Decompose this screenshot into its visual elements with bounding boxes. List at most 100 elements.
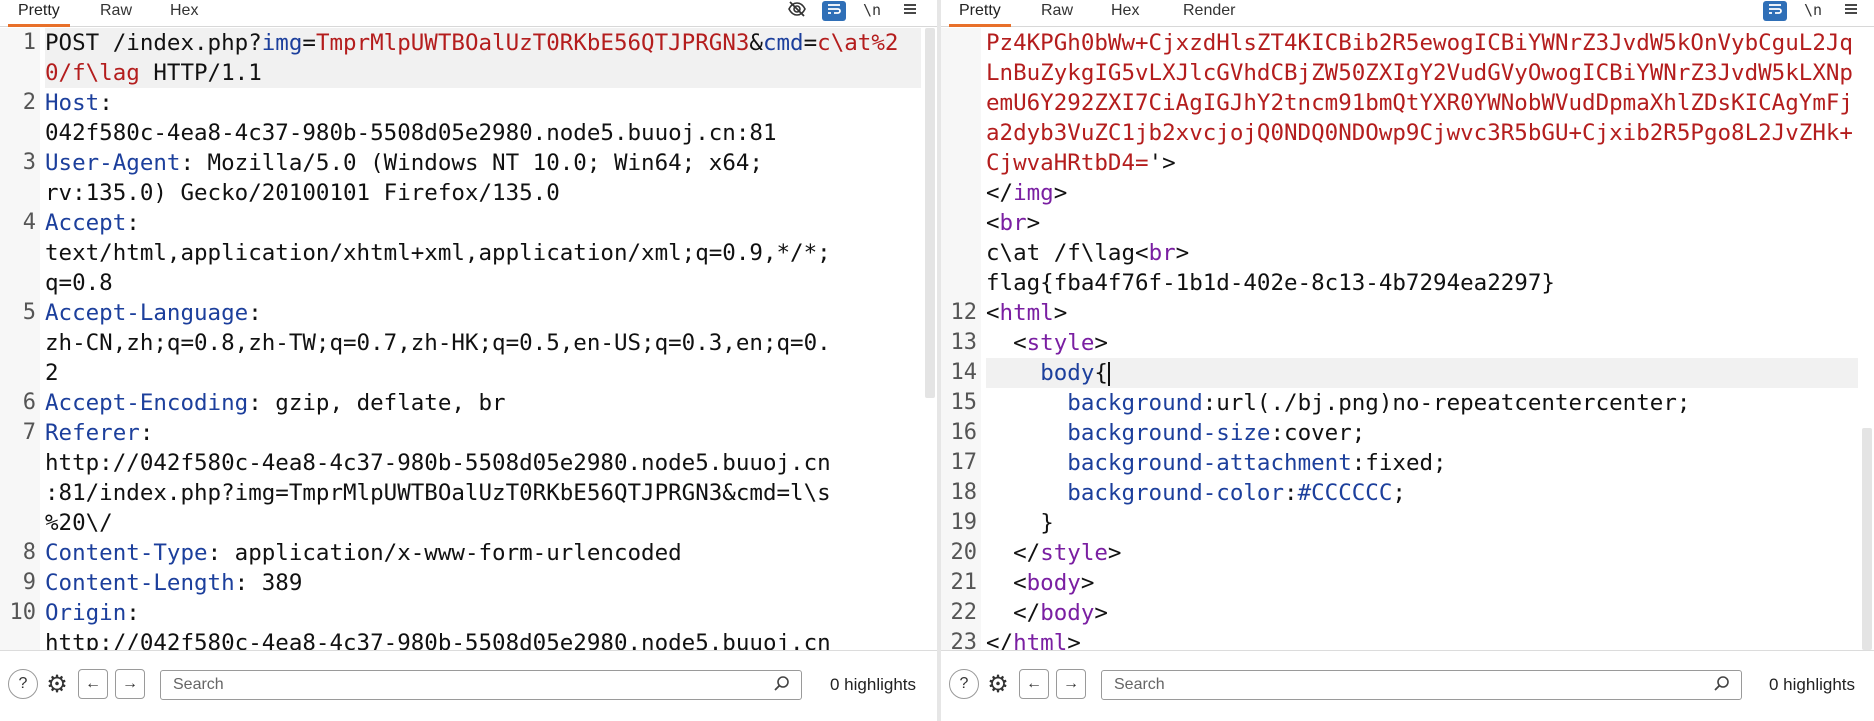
line-text[interactable]: Origin: http://042f580c-4ea8-4c37-980b-5… [45,598,921,650]
code-line[interactable]: 3 User-Agent: Mozilla/5.0 (Windows NT 10.… [23,148,921,208]
line-text[interactable]: </html> [986,628,1858,650]
code-text: & [749,30,763,56]
code-line[interactable]: Pz4KPGh0bWw+CjxzdHlsZT4KICBib2R5ewogICBi… [986,28,1858,178]
code-line[interactable]: 18 background-color:#CCCCCC; [951,478,1858,508]
request-footer: ? ⚙ ← → 0 highlights [0,650,937,721]
line-text[interactable]: <body> [986,568,1858,598]
code-line[interactable]: 14 body{ [951,358,1858,388]
wrap-icon[interactable] [1763,1,1787,21]
wrap-icon[interactable] [822,1,846,21]
code-line[interactable]: flag{fba4f76f-1b1d-402e-8c13-4b7294ea229… [986,268,1858,298]
line-text[interactable]: background-size:cover; [986,418,1858,448]
code-line[interactable]: 17 background-attachment:fixed; [951,448,1858,478]
line-text[interactable]: </img> [986,178,1858,208]
code-line[interactable]: 13 <style> [951,328,1858,358]
code-line[interactable]: c\at /f\lag<br> [986,238,1858,268]
line-text[interactable]: </body> [986,598,1858,628]
request-tab-hex[interactable]: Hex [160,0,208,24]
response-code[interactable]: Pz4KPGh0bWw+CjxzdHlsZT4KICBib2R5ewogICBi… [951,28,1858,650]
line-number: 17 [950,450,978,475]
code-text: > [1026,210,1041,236]
code-text: = [803,30,818,56]
line-text[interactable]: body{ [986,358,1858,388]
line-number: 4 [22,210,36,235]
line-text[interactable]: flag{fba4f76f-1b1d-402e-8c13-4b7294ea229… [986,268,1858,298]
code-line[interactable]: 2 Host: 042f580c-4ea8-4c37-980b-5508d05e2… [23,88,921,148]
line-text[interactable]: background:url(./bj.png)no-repeatcenterc… [986,388,1858,418]
line-text[interactable]: <html> [986,298,1858,328]
line-text[interactable]: Pz4KPGh0bWw+CjxzdHlsZT4KICBib2R5ewogICBi… [986,28,1858,178]
line-text[interactable]: Accept-Encoding: gzip, deflate, br [45,388,921,418]
response-footer: ? ⚙ ← → 0 highlights [941,650,1874,721]
code-line[interactable]: 8 Content-Type: application/x-www-form-ur… [23,538,921,568]
code-line[interactable]: 19 } [951,508,1858,538]
line-text[interactable]: Referer: http://042f580c-4ea8-4c37-980b-… [45,418,921,538]
back-button[interactable]: ← [1019,669,1049,699]
code-line[interactable]: 22 </body> [951,598,1858,628]
code-text: : 389 [234,570,303,596]
line-text[interactable]: background-color:#CCCCCC; [986,478,1858,508]
code-line[interactable]: 15 background:url(./bj.png)no-repeatcent… [951,388,1858,418]
request-tab-raw[interactable]: Raw [90,0,142,24]
code-line[interactable]: 16 background-size:cover; [951,418,1858,448]
code-key: Content-Length [45,570,235,596]
code-line[interactable]: 7 Referer: http://042f580c-4ea8-4c37-980b… [23,418,921,538]
response-tabbar: Pretty Raw Hex Render \n [941,0,1874,27]
forward-button[interactable]: → [115,669,145,699]
line-text[interactable]: User-Agent: Mozilla/5.0 (Windows NT 10.0… [45,148,921,208]
response-scrollbar[interactable] [1862,428,1872,650]
line-text[interactable]: <style> [986,328,1858,358]
line-text[interactable]: background-attachment:fixed; [986,448,1858,478]
code-line[interactable]: 1 POST /index.php?img=TmprMlpUWTBOalUzT0R… [23,28,921,88]
help-icon[interactable]: ? [8,669,38,699]
line-text[interactable]: Accept: text/html,application/xhtml+xml,… [45,208,921,298]
response-tab-raw[interactable]: Raw [1031,0,1083,24]
code-text: : http://042f580c-4ea8-4c37-980b-5508d05… [45,420,831,536]
code-text: : [1284,480,1298,506]
code-text: > [1175,240,1190,266]
response-search-input[interactable] [1101,670,1742,700]
code-line[interactable]: 10 Origin: http://042f580c-4ea8-4c37-980b… [10,598,921,650]
menu-icon[interactable] [898,0,922,22]
code-line[interactable]: <br> [986,208,1858,238]
code-line[interactable]: 20 </style> [951,538,1858,568]
line-text[interactable]: c\at /f\lag<br> [986,238,1858,268]
code-line[interactable]: 21 <body> [951,568,1858,598]
code-text: > [1080,570,1095,596]
line-number: 2 [22,90,36,115]
eye-slash-icon[interactable] [785,0,809,22]
line-text[interactable]: Content-Length: 389 [45,568,921,598]
response-tab-hex[interactable]: Hex [1101,0,1149,24]
line-text[interactable]: } [986,508,1858,538]
line-text[interactable]: POST /index.php?img=TmprMlpUWTBOalUzT0RK… [45,28,921,88]
code-line[interactable]: 6 Accept-Encoding: gzip, deflate, br [23,388,921,418]
request-tab-pretty[interactable]: Pretty [8,0,70,27]
line-text[interactable]: </style> [986,538,1858,568]
response-tab-pretty[interactable]: Pretty [949,0,1011,27]
line-text[interactable]: Host: 042f580c-4ea8-4c37-980b-5508d05e29… [45,88,921,148]
code-line[interactable]: 12 <html> [951,298,1858,328]
gear-icon[interactable]: ⚙ [983,669,1013,699]
request-scrollbar[interactable] [925,28,935,398]
request-editor[interactable]: 1 POST /index.php?img=TmprMlpUWTBOalUzT0R… [0,28,937,650]
response-tab-render[interactable]: Render [1173,0,1245,24]
request-code[interactable]: 1 POST /index.php?img=TmprMlpUWTBOalUzT0R… [10,28,921,650]
back-button[interactable]: ← [78,669,108,699]
line-text[interactable]: Content-Type: application/x-www-form-url… [45,538,921,568]
line-text[interactable]: <br> [986,208,1858,238]
response-editor[interactable]: Pz4KPGh0bWw+CjxzdHlsZT4KICBib2R5ewogICBi… [941,28,1874,650]
code-line[interactable]: 9 Content-Length: 389 [23,568,921,598]
code-text: :cover; [1270,420,1366,446]
code-line[interactable]: 5 Accept-Language: zh-CN,zh;q=0.8,zh-TW;q… [23,298,921,388]
forward-button[interactable]: → [1056,669,1086,699]
code-line[interactable]: 4 Accept: text/html,application/xhtml+xml… [23,208,921,298]
code-line[interactable]: 23 </html> [951,628,1858,650]
help-icon[interactable]: ? [949,669,979,699]
code-line[interactable]: </img> [986,178,1858,208]
newline-icon[interactable]: \n [860,0,884,22]
gear-icon[interactable]: ⚙ [42,669,72,699]
newline-icon[interactable]: \n [1801,0,1825,22]
menu-icon[interactable] [1839,0,1863,22]
request-search-input[interactable] [160,670,802,700]
line-text[interactable]: Accept-Language: zh-CN,zh;q=0.8,zh-TW;q=… [45,298,921,388]
